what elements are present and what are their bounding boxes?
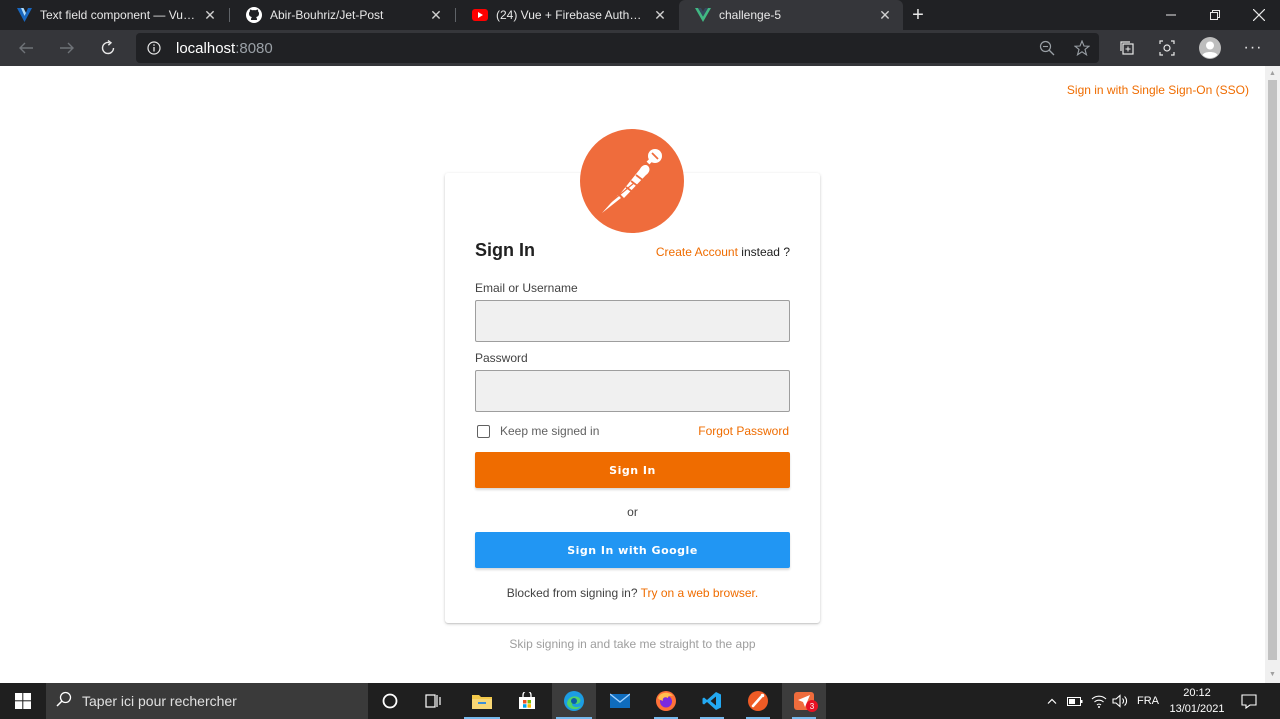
minimize-icon[interactable] (1149, 0, 1193, 30)
email-label: Email or Username (475, 281, 578, 295)
extensions-icon[interactable] (1153, 34, 1181, 62)
taskbar-clock[interactable]: 20:12 13/01/2021 (1168, 685, 1226, 717)
email-field[interactable] (475, 300, 790, 342)
postman-agent-icon[interactable]: 3 (782, 683, 826, 719)
windows-start-icon[interactable] (0, 683, 46, 719)
notification-badge: 3 (806, 700, 818, 712)
forward-icon[interactable] (53, 34, 81, 62)
page-viewport: Sign in with Single Sign-On (SSO) Sign I… (0, 66, 1265, 683)
restore-icon[interactable] (1193, 0, 1237, 30)
tab-title: Abir-Bouhriz/Jet-Post (270, 8, 384, 22)
taskbar-search-placeholder: Taper ici pour rechercher (82, 693, 237, 709)
refresh-icon[interactable] (94, 34, 122, 62)
tab-challenge-5[interactable]: challenge-5 ✕ (679, 0, 903, 30)
close-icon[interactable]: ✕ (652, 7, 668, 23)
edge-icon[interactable] (552, 683, 596, 719)
url-host: localhost (176, 39, 236, 57)
youtube-icon (472, 7, 488, 23)
skip-sign-in-link[interactable]: Skip signing in and take me straight to … (0, 637, 1265, 651)
vuetify-icon (16, 7, 32, 23)
google-sign-in-button[interactable]: Sign In with Google (475, 532, 790, 568)
scroll-thumb[interactable] (1268, 80, 1277, 660)
firefox-icon[interactable] (644, 683, 688, 719)
clock-time: 20:12 (1183, 687, 1211, 699)
page-scrollbar[interactable]: ▲ ▼ (1265, 66, 1280, 683)
task-view-icon[interactable] (412, 683, 456, 719)
create-account-row: Create Account instead ? (656, 245, 790, 259)
store-icon[interactable] (505, 683, 549, 719)
tab-youtube[interactable]: (24) Vue + Firebase Authenticatio ✕ (456, 0, 678, 30)
action-center-icon[interactable] (1236, 683, 1262, 719)
tab-strip: Text field component — Vuetify ✕ Abir-Bo… (0, 0, 1280, 30)
tab-title: (24) Vue + Firebase Authenticatio (496, 8, 646, 22)
tab-title: Text field component — Vuetify (40, 8, 196, 22)
volume-icon[interactable] (1110, 683, 1130, 719)
favorite-star-icon[interactable] (1068, 34, 1096, 62)
close-icon[interactable]: ✕ (877, 7, 893, 23)
forgot-password-link[interactable]: Forgot Password (698, 424, 789, 438)
taskbar-search-box[interactable]: Taper ici pour rechercher (46, 683, 368, 719)
tab-vuetify[interactable]: Text field component — Vuetify ✕ (0, 0, 228, 30)
keep-signed-in-checkbox[interactable] (477, 424, 490, 438)
password-field[interactable] (475, 370, 790, 412)
back-icon[interactable] (12, 34, 40, 62)
collections-icon[interactable] (1113, 34, 1141, 62)
info-icon[interactable] (146, 40, 162, 56)
keep-signed-in-row[interactable]: Keep me signed in (477, 424, 599, 438)
url-field[interactable]: localhost :8080 (136, 33, 1099, 63)
scroll-down-icon[interactable]: ▼ (1268, 669, 1277, 679)
windows-taskbar: Taper ici pour rechercher 3 FRA 20:12 13… (0, 683, 1280, 719)
file-explorer-icon[interactable] (460, 683, 504, 719)
address-bar-row: localhost :8080 ··· (0, 30, 1280, 66)
blocked-text: Blocked from signing in? (506, 586, 638, 600)
sign-in-title: Sign In (475, 240, 535, 260)
url-port: :8080 (235, 39, 273, 57)
vscode-icon[interactable] (690, 683, 734, 719)
mail-icon[interactable] (598, 683, 642, 719)
github-icon (246, 7, 262, 23)
try-web-browser-link[interactable]: Try on a web browser. (641, 586, 759, 600)
create-account-suffix: instead ? (737, 245, 790, 259)
keep-signed-in-label: Keep me signed in (500, 424, 600, 438)
tab-github[interactable]: Abir-Bouhriz/Jet-Post ✕ (230, 0, 454, 30)
new-tab-icon[interactable]: + (907, 4, 929, 26)
sign-in-button[interactable]: Sign In (475, 452, 790, 488)
wifi-icon[interactable] (1089, 683, 1109, 719)
cortana-icon[interactable] (368, 683, 412, 719)
create-account-link[interactable]: Create Account (656, 245, 738, 259)
show-hidden-icons-icon[interactable] (1042, 683, 1062, 719)
sso-link[interactable]: Sign in with Single Sign-On (SSO) (1067, 83, 1249, 97)
zoom-icon[interactable] (1033, 34, 1061, 62)
blocked-row: Blocked from signing in? Try on a web br… (445, 586, 820, 600)
scroll-up-icon[interactable]: ▲ (1268, 68, 1277, 78)
close-window-icon[interactable] (1237, 0, 1280, 30)
search-icon (56, 691, 72, 712)
close-icon[interactable]: ✕ (428, 7, 444, 23)
vue-icon (695, 7, 711, 23)
more-menu-icon[interactable]: ··· (1239, 34, 1267, 62)
input-language[interactable]: FRA (1134, 683, 1162, 719)
tab-title: challenge-5 (719, 8, 782, 22)
postman-icon[interactable] (736, 683, 780, 719)
clock-date: 13/01/2021 (1169, 703, 1225, 715)
or-divider-text: or (627, 505, 638, 519)
sign-in-card: Sign In Create Account instead ? Email o… (445, 173, 820, 623)
close-icon[interactable]: ✕ (202, 7, 218, 23)
profile-avatar-icon[interactable] (1196, 34, 1224, 62)
postman-logo (580, 129, 684, 233)
battery-icon[interactable] (1065, 683, 1085, 719)
password-label: Password (475, 351, 528, 365)
